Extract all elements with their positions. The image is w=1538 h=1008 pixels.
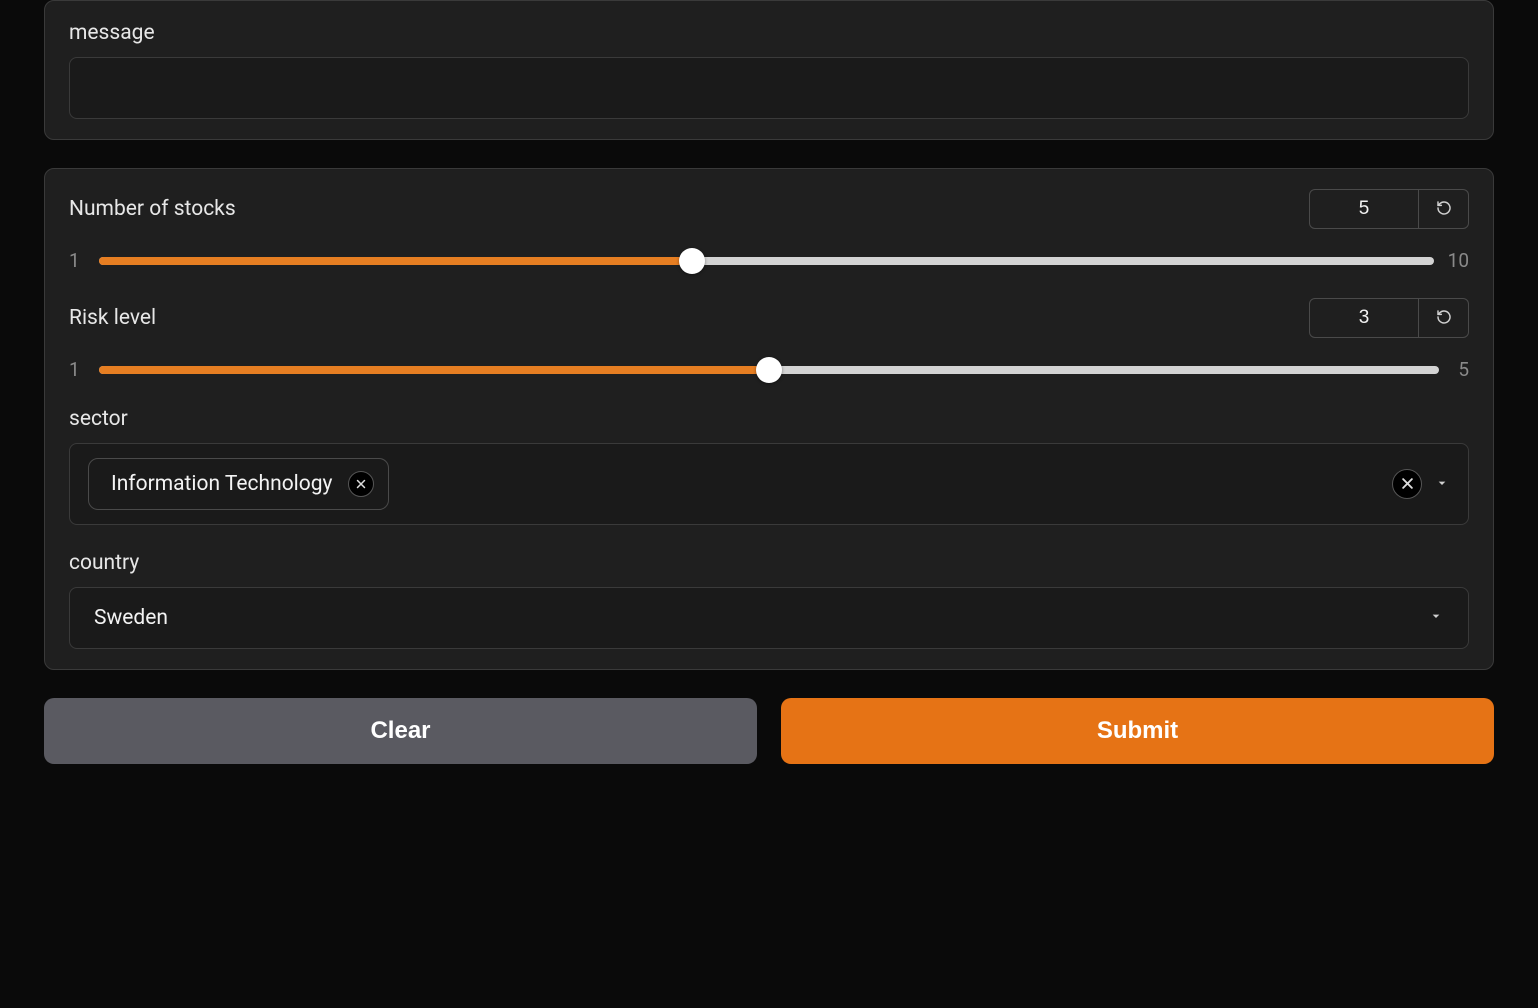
stocks-value-input[interactable] — [1309, 189, 1419, 229]
stocks-min: 1 — [69, 249, 85, 272]
stocks-track-fill — [99, 257, 692, 265]
risk-value-input[interactable] — [1309, 298, 1419, 338]
country-value: Sweden — [94, 606, 168, 630]
controls-panel: Number of stocks 1 10 Risk level — [44, 168, 1494, 670]
message-label: message — [69, 21, 1469, 45]
sector-chips: Information Technology — [88, 458, 389, 510]
close-icon — [355, 472, 367, 496]
country-select[interactable]: Sweden — [69, 587, 1469, 649]
message-input[interactable] — [69, 57, 1469, 119]
submit-button[interactable]: Submit — [781, 698, 1494, 764]
risk-label: Risk level — [69, 306, 156, 330]
risk-thumb[interactable] — [756, 357, 782, 383]
chevron-down-icon — [1428, 606, 1444, 630]
clear-button[interactable]: Clear — [44, 698, 757, 764]
reset-icon — [1436, 197, 1452, 221]
risk-slider[interactable] — [99, 366, 1439, 374]
button-row: Clear Submit — [44, 698, 1494, 764]
country-label: country — [69, 551, 1469, 575]
sector-chip-remove[interactable] — [348, 471, 374, 497]
country-field: country Sweden — [69, 551, 1469, 649]
stocks-slider[interactable] — [99, 257, 1434, 265]
stocks-slider-block: Number of stocks 1 10 — [69, 189, 1469, 272]
reset-icon — [1436, 306, 1452, 330]
country-dropdown-toggle[interactable] — [1428, 606, 1444, 630]
risk-slider-block: Risk level 1 5 — [69, 298, 1469, 381]
sector-dropdown-toggle[interactable] — [1434, 472, 1450, 496]
stocks-label: Number of stocks — [69, 197, 236, 221]
message-panel: message — [44, 0, 1494, 140]
sector-chip-label: Information Technology — [111, 472, 332, 496]
risk-max: 5 — [1453, 358, 1469, 381]
stocks-reset-button[interactable] — [1419, 189, 1469, 229]
close-icon — [1400, 472, 1415, 496]
stocks-thumb[interactable] — [679, 248, 705, 274]
sector-label: sector — [69, 407, 1469, 431]
sector-select[interactable]: Information Technology — [69, 443, 1469, 525]
risk-min: 1 — [69, 358, 85, 381]
sector-field: sector Information Technology — [69, 407, 1469, 525]
sector-clear-all[interactable] — [1392, 469, 1422, 499]
chevron-down-icon — [1434, 472, 1450, 496]
stocks-max: 10 — [1448, 249, 1469, 272]
sector-chip: Information Technology — [88, 458, 389, 510]
risk-reset-button[interactable] — [1419, 298, 1469, 338]
risk-track-fill — [99, 366, 769, 374]
